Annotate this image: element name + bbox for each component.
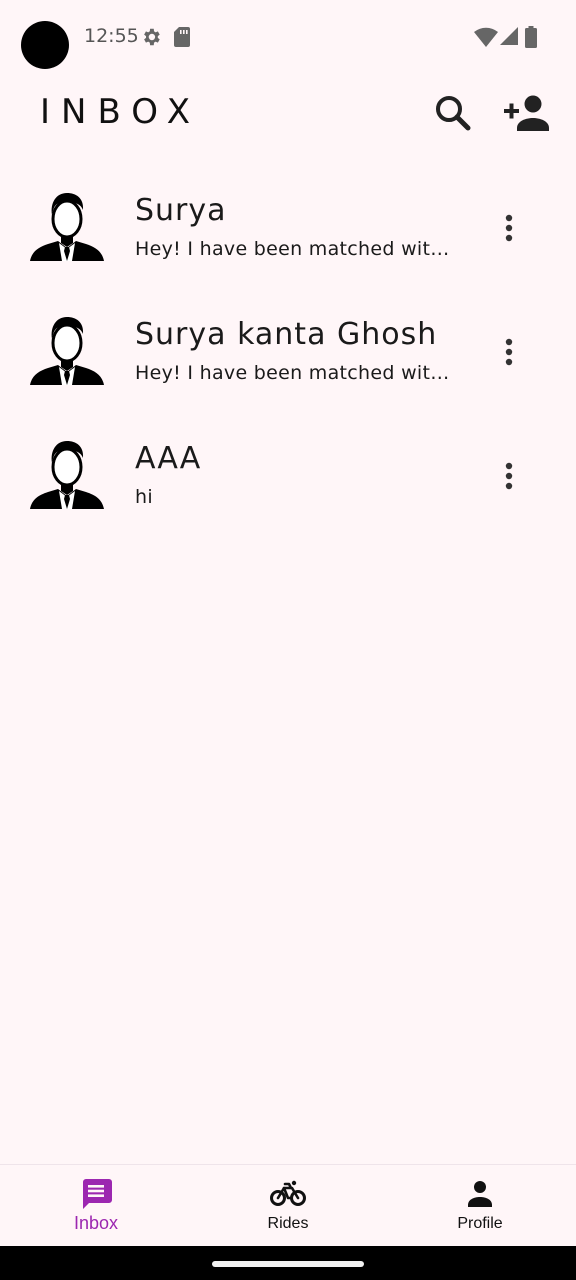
nav-item-profile[interactable]: Profile <box>384 1165 576 1247</box>
chat-name: Surya <box>135 193 227 228</box>
nav-label: Rides <box>267 1215 309 1232</box>
chat-preview: Hey! I have been matched with you for a … <box>135 362 453 384</box>
signal-icon <box>500 27 518 45</box>
avatar-icon <box>30 441 104 509</box>
camera-cutout <box>21 21 69 69</box>
status-bar: 12:55 <box>0 0 576 72</box>
chat-preview: Hey! I have been matched with you for a … <box>135 238 453 260</box>
more-options-icon[interactable] <box>494 334 524 370</box>
status-time: 12:55 <box>84 25 139 47</box>
chat-preview: hi <box>135 486 153 508</box>
bicycle-icon <box>270 1180 306 1206</box>
home-gesture-handle[interactable] <box>212 1261 364 1267</box>
nav-item-inbox[interactable]: Inbox <box>0 1165 192 1247</box>
avatar-icon <box>30 193 104 261</box>
inbox-screen: 12:55 INBOX Surya Hey! I have been match… <box>0 0 576 1280</box>
nav-label: Profile <box>457 1215 503 1232</box>
gesture-bar <box>0 1246 576 1280</box>
chat-list: Surya Hey! I have been matched with you … <box>0 165 576 537</box>
chat-list-item[interactable]: Surya kanta Ghosh Hey! I have been match… <box>0 289 576 413</box>
wifi-icon <box>474 27 498 47</box>
page-title: INBOX <box>40 92 202 132</box>
add-person-icon[interactable] <box>500 90 552 134</box>
gear-icon <box>144 28 160 46</box>
chat-list-item[interactable]: AAA hi <box>0 413 576 537</box>
sd-card-icon <box>174 27 190 47</box>
more-options-icon[interactable] <box>494 458 524 494</box>
bottom-nav: Inbox Rides Profile <box>0 1164 576 1247</box>
battery-icon <box>525 26 537 48</box>
chat-name: AAA <box>135 441 202 476</box>
more-options-icon[interactable] <box>494 210 524 246</box>
search-icon[interactable] <box>430 90 474 134</box>
chat-list-item[interactable]: Surya Hey! I have been matched with you … <box>0 165 576 289</box>
nav-label: Inbox <box>73 1213 119 1233</box>
person-icon <box>468 1181 492 1207</box>
avatar-icon <box>30 317 104 385</box>
message-icon <box>83 1179 112 1209</box>
chat-name: Surya kanta Ghosh <box>135 317 438 352</box>
nav-item-rides[interactable]: Rides <box>192 1165 384 1247</box>
